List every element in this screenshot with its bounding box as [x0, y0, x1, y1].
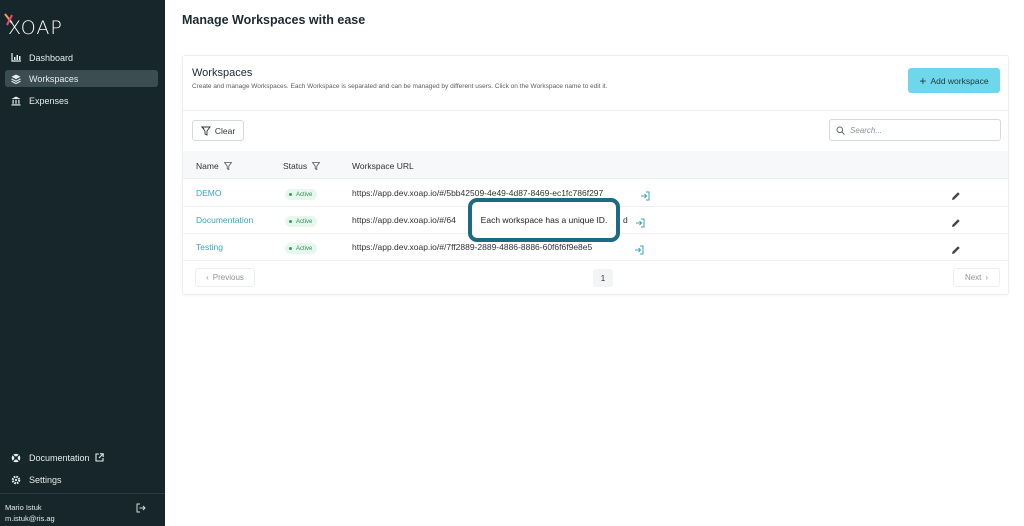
search-box[interactable]: [829, 119, 1001, 141]
column-header-name[interactable]: Name: [196, 161, 232, 171]
column-header-status[interactable]: Status: [283, 161, 321, 171]
unique-id-callout: Each workspace has a unique ID.: [468, 198, 620, 242]
column-header-workspace-url: Workspace URL: [352, 161, 414, 171]
sidebar-item-label: Workspaces: [29, 73, 79, 84]
clear-filters-button[interactable]: Clear: [192, 120, 244, 141]
search-icon: [836, 126, 845, 135]
chevron-right-icon: ›: [985, 273, 989, 282]
help-icon: [11, 453, 21, 463]
chevron-left-icon: ‹: [206, 273, 209, 282]
workspace-url: https://app.dev.xoap.io/#/5bb42509-4e49-…: [352, 188, 604, 198]
card-title: Workspaces: [192, 67, 253, 79]
clear-label: Clear: [214, 125, 236, 136]
edit-pencil-icon[interactable]: [951, 242, 961, 260]
card-subtitle: Create and manage Workspaces. Each Works…: [192, 83, 608, 90]
sidebar-item-label: Expenses: [29, 95, 69, 106]
workspace-name-link[interactable]: Testing: [196, 242, 223, 252]
open-workspace-icon[interactable]: [634, 242, 644, 260]
workspaces-card: Workspaces Create and manage Workspaces.…: [182, 55, 1009, 295]
divider: [183, 110, 1008, 111]
workspace-url: https://app.dev.xoap.io/#/64: [352, 215, 456, 225]
sidebar-item-dashboard[interactable]: Dashboard: [5, 49, 158, 66]
user-email: m.istuk@ris.ag: [5, 514, 55, 523]
add-workspace-button[interactable]: + Add workspace: [908, 68, 1000, 93]
filter-clear-icon: [200, 125, 211, 136]
next-page-button[interactable]: Next ›: [953, 268, 1000, 287]
page-title: Manage Workspaces with ease: [182, 13, 366, 27]
sidebar: XOAP Dashboard Workspaces Expenses Docum…: [0, 0, 165, 526]
table-header: Name Status Workspace URL: [183, 151, 1008, 179]
workspace-name-link[interactable]: Documentation: [196, 215, 253, 225]
open-workspace-icon[interactable]: [635, 215, 645, 233]
sidebar-item-workspaces[interactable]: Workspaces: [5, 70, 158, 87]
filter-icon[interactable]: [223, 162, 232, 170]
sidebar-item-settings[interactable]: Settings: [5, 471, 158, 488]
external-link-icon: [94, 453, 104, 462]
plus-icon: +: [919, 73, 927, 88]
sidebar-item-label: Settings: [29, 474, 62, 485]
workspace-url: https://app.dev.xoap.io/#/7ff2889-2889-4…: [352, 242, 593, 252]
user-name: Mario Istuk: [5, 503, 42, 512]
workspace-url-tail: d: [623, 215, 628, 225]
edit-pencil-icon[interactable]: [951, 188, 961, 206]
sidebar-item-label: Documentation: [29, 452, 90, 463]
status-badge: Active: [285, 243, 318, 254]
sidebar-divider: [0, 493, 165, 494]
gear-icon: [11, 475, 21, 485]
open-workspace-icon[interactable]: [640, 188, 650, 206]
page-number[interactable]: 1: [593, 269, 613, 287]
edit-pencil-icon[interactable]: [951, 215, 961, 233]
sidebar-item-documentation[interactable]: Documentation: [5, 449, 158, 466]
status-badge: Active: [285, 216, 318, 227]
chart-icon: [11, 53, 21, 63]
filter-icon[interactable]: [312, 162, 321, 170]
bank-icon: [11, 96, 21, 106]
workspace-name-link[interactable]: DEMO: [196, 188, 222, 198]
search-input[interactable]: [850, 125, 990, 135]
layers-icon: [11, 74, 21, 84]
add-workspace-label: Add workspace: [930, 75, 989, 86]
previous-page-button[interactable]: ‹ Previous: [195, 268, 255, 287]
status-badge: Active: [285, 189, 318, 200]
logo-text[interactable]: XOAP: [8, 17, 63, 39]
sidebar-item-expenses[interactable]: Expenses: [5, 92, 158, 109]
logout-icon[interactable]: [136, 500, 146, 518]
sidebar-item-label: Dashboard: [29, 52, 74, 63]
